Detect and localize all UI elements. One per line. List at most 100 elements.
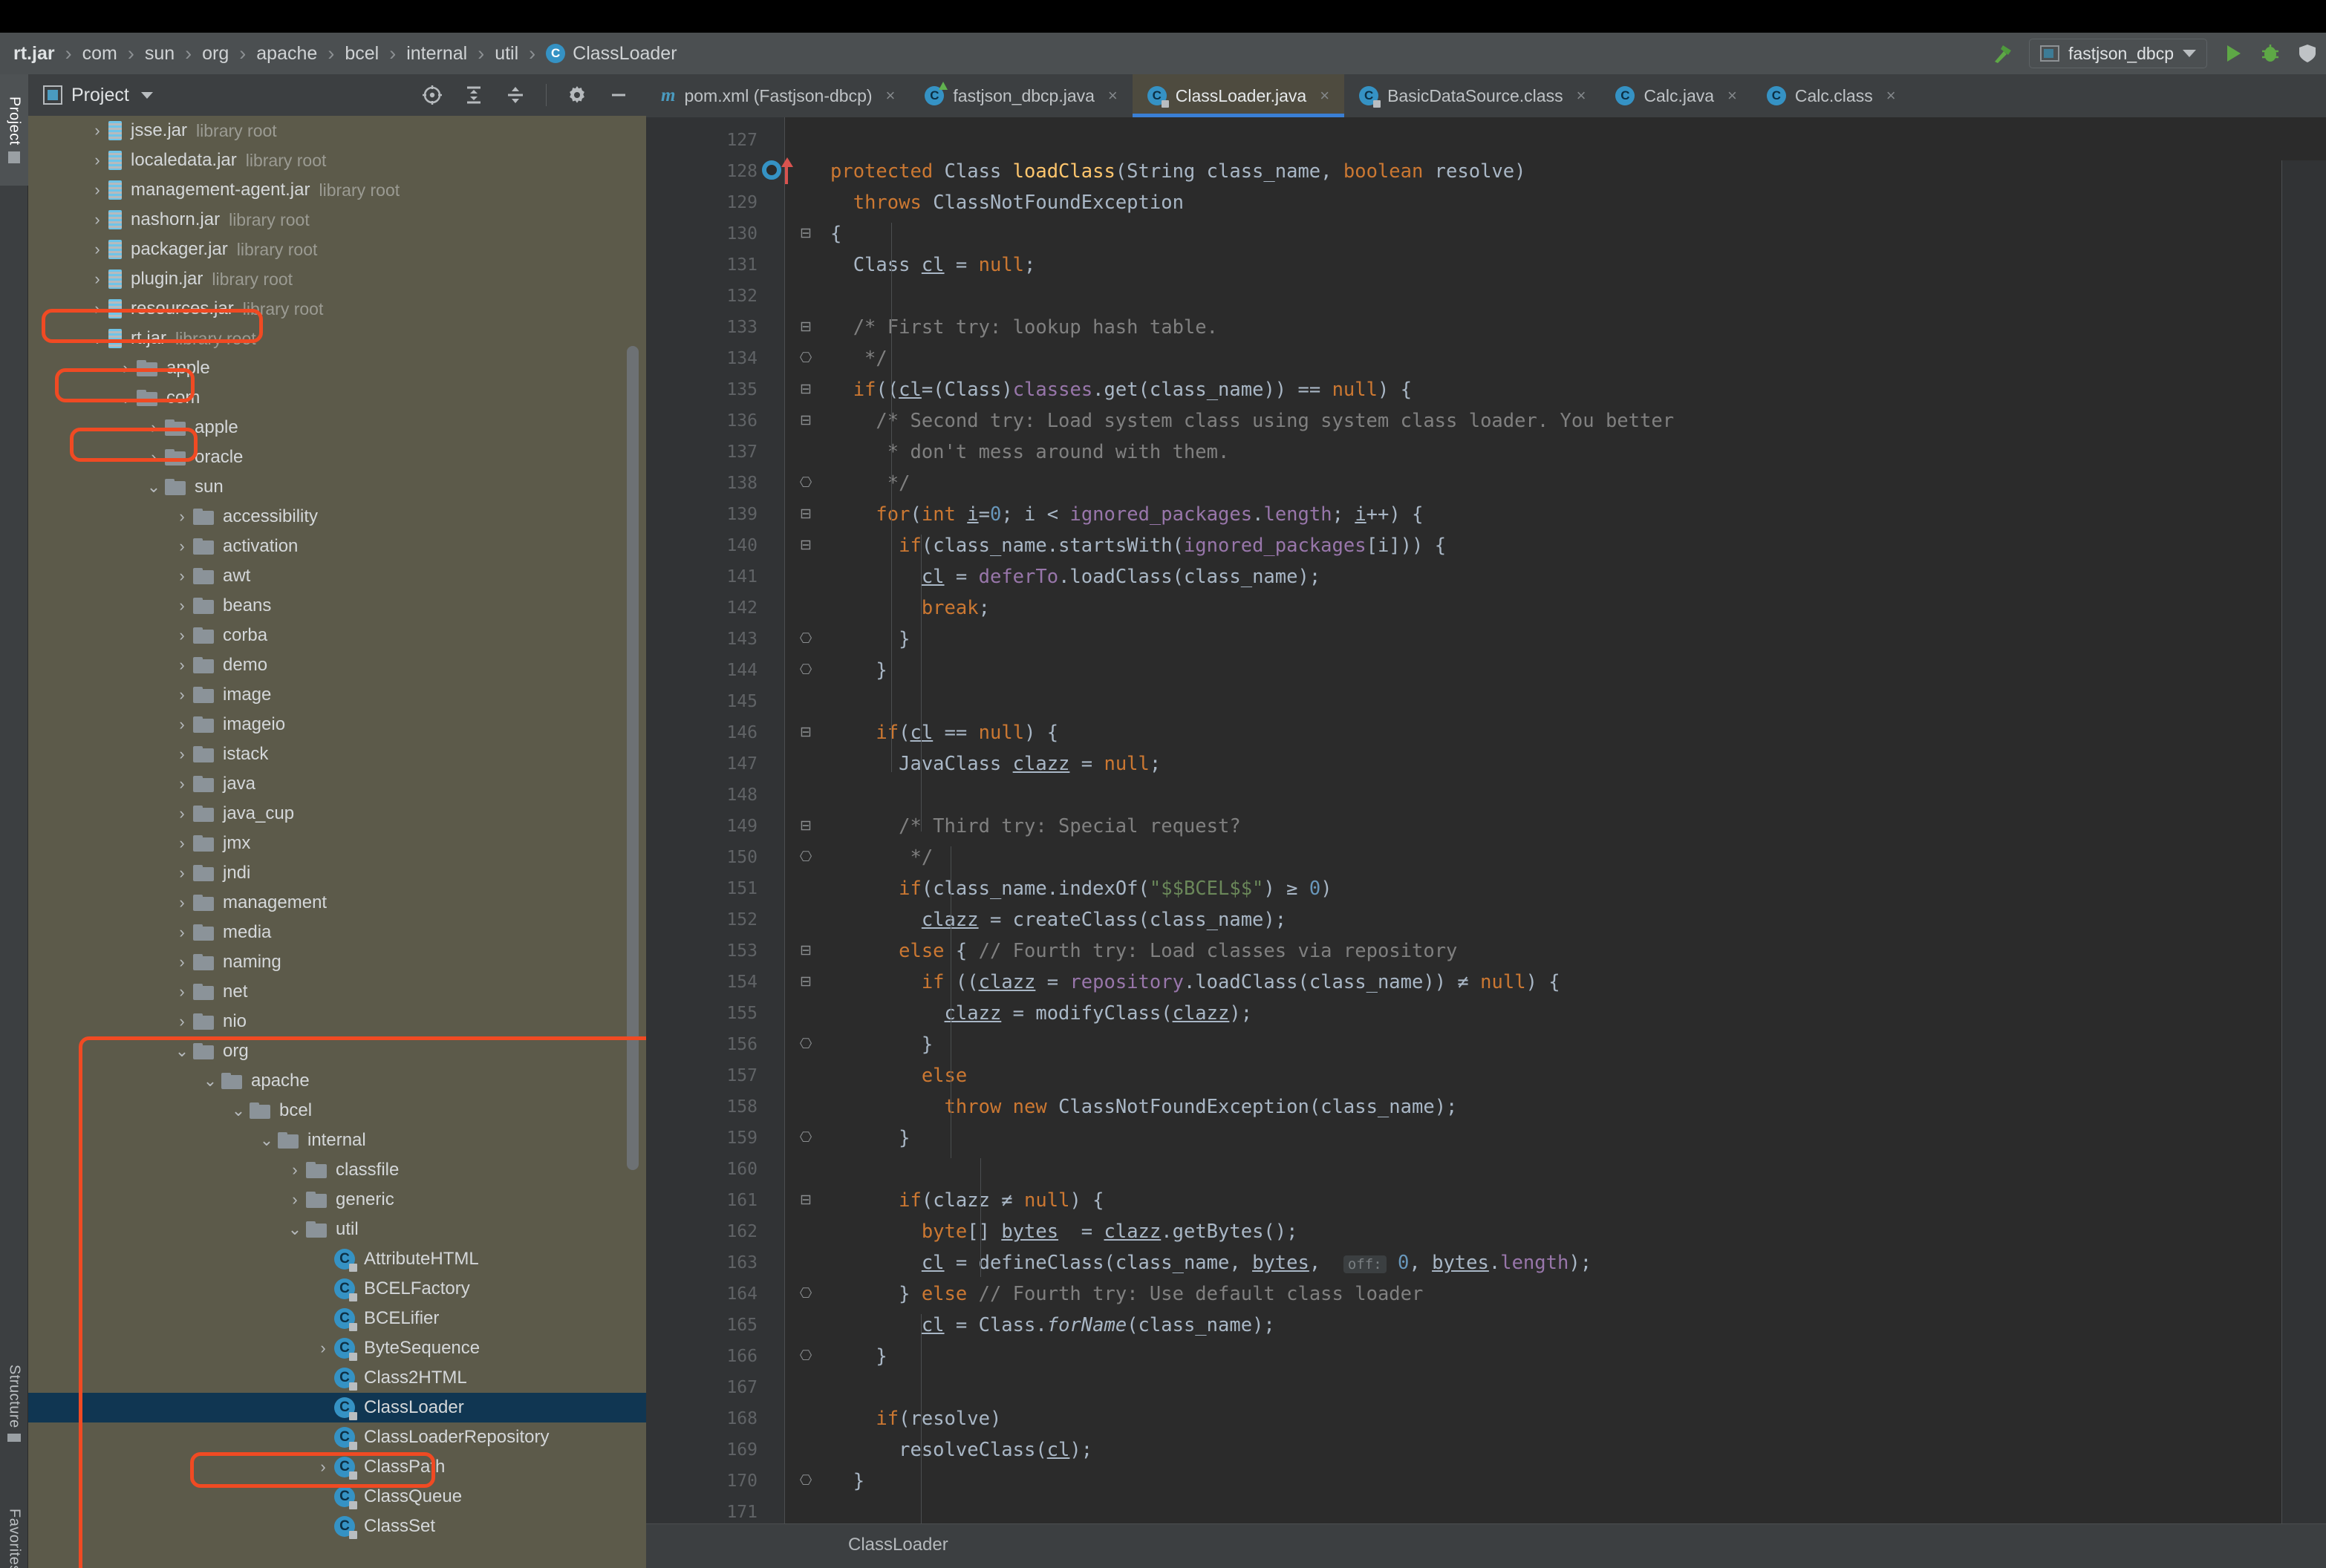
fold-end-icon[interactable]: ⎔	[795, 1123, 817, 1154]
debug-bug-icon[interactable]	[2252, 35, 2289, 72]
tree-item-corba[interactable]: › corba	[28, 621, 646, 650]
tree-item-jmx[interactable]: › jmx	[28, 829, 646, 858]
tree-item-packager-jar[interactable]: › packager.jar library root	[28, 235, 646, 264]
fold-collapse-icon[interactable]: ⊟	[795, 1185, 817, 1216]
settings-gear-icon[interactable]	[558, 76, 596, 114]
tree-item-net[interactable]: › net	[28, 977, 646, 1007]
fold-end-icon[interactable]: ⎔	[795, 655, 817, 686]
tree-item-nio[interactable]: › nio	[28, 1007, 646, 1036]
close-icon[interactable]: ×	[1886, 86, 1896, 105]
tree-item-rt-jar[interactable]: ⌄ rt.jar library root	[28, 324, 646, 353]
fold-end-icon[interactable]: ⎔	[795, 1029, 817, 1060]
tree-item-classloaderrepository[interactable]: C ClassLoaderRepository	[28, 1422, 646, 1452]
chevron-right-icon[interactable]: ›	[171, 895, 193, 911]
tree-item-activation[interactable]: › activation	[28, 532, 646, 561]
tree-item-internal[interactable]: ⌄ internal	[28, 1126, 646, 1155]
breadcrumb-item-bcel[interactable]: bcel	[345, 43, 379, 65]
fold-collapse-icon[interactable]: ⊟	[795, 530, 817, 561]
code-line[interactable]: if(clazz ≠ null) {	[830, 1185, 1104, 1216]
tree-item-classset[interactable]: C ClassSet	[28, 1512, 646, 1541]
fold-collapse-icon[interactable]: ⊟	[795, 967, 817, 998]
editor-tab-calc-class[interactable]: C Calc.class ×	[1751, 74, 1911, 117]
code-line[interactable]: cl = deferTo.loadClass(class_name);	[830, 561, 1320, 592]
code-line[interactable]: */	[830, 343, 887, 374]
chevron-right-icon[interactable]: ›	[171, 806, 193, 822]
chevron-right-icon[interactable]: ›	[171, 984, 193, 1000]
tree-item-java-cup[interactable]: › java_cup	[28, 799, 646, 829]
tree-item-beans[interactable]: › beans	[28, 591, 646, 621]
tree-item-attributehtml[interactable]: C AttributeHTML	[28, 1244, 646, 1274]
chevron-right-icon[interactable]: ›	[171, 509, 193, 525]
tree-item-class2html[interactable]: C Class2HTML	[28, 1363, 646, 1393]
code-line[interactable]: if ((clazz = repository.loadClass(class_…	[830, 967, 1560, 998]
expand-all-icon[interactable]	[455, 76, 492, 114]
fold-end-icon[interactable]: ⎔	[795, 1278, 817, 1310]
tree-item-image[interactable]: › image	[28, 680, 646, 710]
chevron-down-icon[interactable]: ⌄	[199, 1073, 221, 1089]
chevron-right-icon[interactable]: ›	[86, 212, 108, 228]
fold-end-icon[interactable]: ⎔	[795, 1466, 817, 1497]
tree-item-demo[interactable]: › demo	[28, 650, 646, 680]
chevron-right-icon[interactable]: ›	[171, 657, 193, 673]
chevron-right-icon[interactable]: ›	[284, 1192, 306, 1208]
code-line[interactable]: JavaClass clazz = null;	[830, 748, 1161, 780]
fold-end-icon[interactable]: ⎔	[795, 1341, 817, 1372]
code-line[interactable]: }	[830, 1466, 864, 1497]
fold-collapse-icon[interactable]: ⊟	[795, 312, 817, 343]
code-line[interactable]: if(resolve)	[830, 1403, 1001, 1434]
chevron-down-icon[interactable]: ⌄	[284, 1221, 306, 1238]
chevron-down-icon[interactable]: ⌄	[171, 1043, 193, 1059]
code-line[interactable]: protected Class loadClass(String class_n…	[830, 156, 1526, 187]
fold-collapse-icon[interactable]: ⊟	[795, 374, 817, 405]
tree-item-management-agent-jar[interactable]: › management-agent.jar library root	[28, 175, 646, 205]
code-line[interactable]: }	[830, 1029, 933, 1060]
tree-item-classfile[interactable]: › classfile	[28, 1155, 646, 1185]
close-icon[interactable]: ×	[1727, 86, 1737, 105]
project-tree-scrollbar[interactable]	[627, 346, 639, 1170]
tree-item-plugin-jar[interactable]: › plugin.jar library root	[28, 264, 646, 294]
code-line[interactable]: * don't mess around with them.	[830, 437, 1230, 468]
code-line[interactable]: } else // Fourth try: Use default class …	[830, 1278, 1423, 1310]
fold-collapse-icon[interactable]: ⊟	[795, 499, 817, 530]
chevron-right-icon[interactable]: ›	[312, 1459, 334, 1475]
tree-item-bcelifier[interactable]: C BCELifier	[28, 1304, 646, 1333]
chevron-right-icon[interactable]: ›	[171, 746, 193, 762]
coverage-shield-icon[interactable]	[2289, 35, 2326, 72]
tree-item-apple[interactable]: › apple	[28, 413, 646, 442]
code-line[interactable]: /* Third try: Special request?	[830, 811, 1241, 842]
fold-collapse-icon[interactable]: ⊟	[795, 405, 817, 437]
code-content[interactable]: 127 128 protected Class loadClass(String c…	[646, 117, 2326, 1537]
chevron-down-icon[interactable]: ⌄	[143, 479, 165, 495]
tree-item-generic[interactable]: › generic	[28, 1185, 646, 1215]
editor-tab-pom-xml--fastjson-dbcp-[interactable]: m pom.xml (Fastjson-dbcp) ×	[646, 74, 910, 117]
code-line[interactable]: */	[830, 842, 933, 873]
tree-item-com[interactable]: ⌄ com	[28, 383, 646, 413]
chevron-right-icon[interactable]: ›	[86, 241, 108, 258]
breadcrumb-item-sun[interactable]: sun	[145, 43, 175, 65]
editor-tab-fastjson-dbcp-java[interactable]: Cfastjson_dbcp.java ×	[910, 74, 1133, 117]
chevron-right-icon[interactable]: ›	[171, 627, 193, 644]
close-icon[interactable]: ×	[1320, 86, 1329, 105]
tree-item-media[interactable]: › media	[28, 918, 646, 947]
run-play-icon[interactable]	[2215, 35, 2252, 72]
code-line[interactable]: throw new ClassNotFoundException(class_n…	[830, 1091, 1458, 1123]
fold-collapse-icon[interactable]: ⊟	[795, 935, 817, 967]
tree-item-imageio[interactable]: › imageio	[28, 710, 646, 739]
tree-item-apple[interactable]: › apple	[28, 353, 646, 383]
tree-item-classloader[interactable]: C ClassLoader	[28, 1393, 646, 1422]
collapse-all-icon[interactable]	[497, 76, 534, 114]
breadcrumb-item-rt-jar[interactable]: rt.jar	[13, 43, 55, 65]
chevron-down-icon[interactable]: ⌄	[86, 330, 108, 347]
code-line[interactable]: else { // Fourth try: Load classes via r…	[830, 935, 1457, 967]
tree-item-localedata-jar[interactable]: › localedata.jar library root	[28, 146, 646, 175]
chevron-right-icon[interactable]: ›	[171, 776, 193, 792]
tree-item-jndi[interactable]: › jndi	[28, 858, 646, 888]
code-line[interactable]: /* Second try: Load system class using s…	[830, 405, 1674, 437]
code-line[interactable]: else	[830, 1060, 967, 1091]
fold-end-icon[interactable]: ⎔	[795, 842, 817, 873]
code-line[interactable]: byte[] bytes = clazz.getBytes();	[830, 1216, 1298, 1247]
tree-item-accessibility[interactable]: › accessibility	[28, 502, 646, 532]
chevron-down-icon[interactable]: ⌄	[114, 390, 137, 406]
chevron-right-icon[interactable]: ›	[171, 687, 193, 703]
project-panel-title-group[interactable]: Project	[43, 85, 153, 106]
